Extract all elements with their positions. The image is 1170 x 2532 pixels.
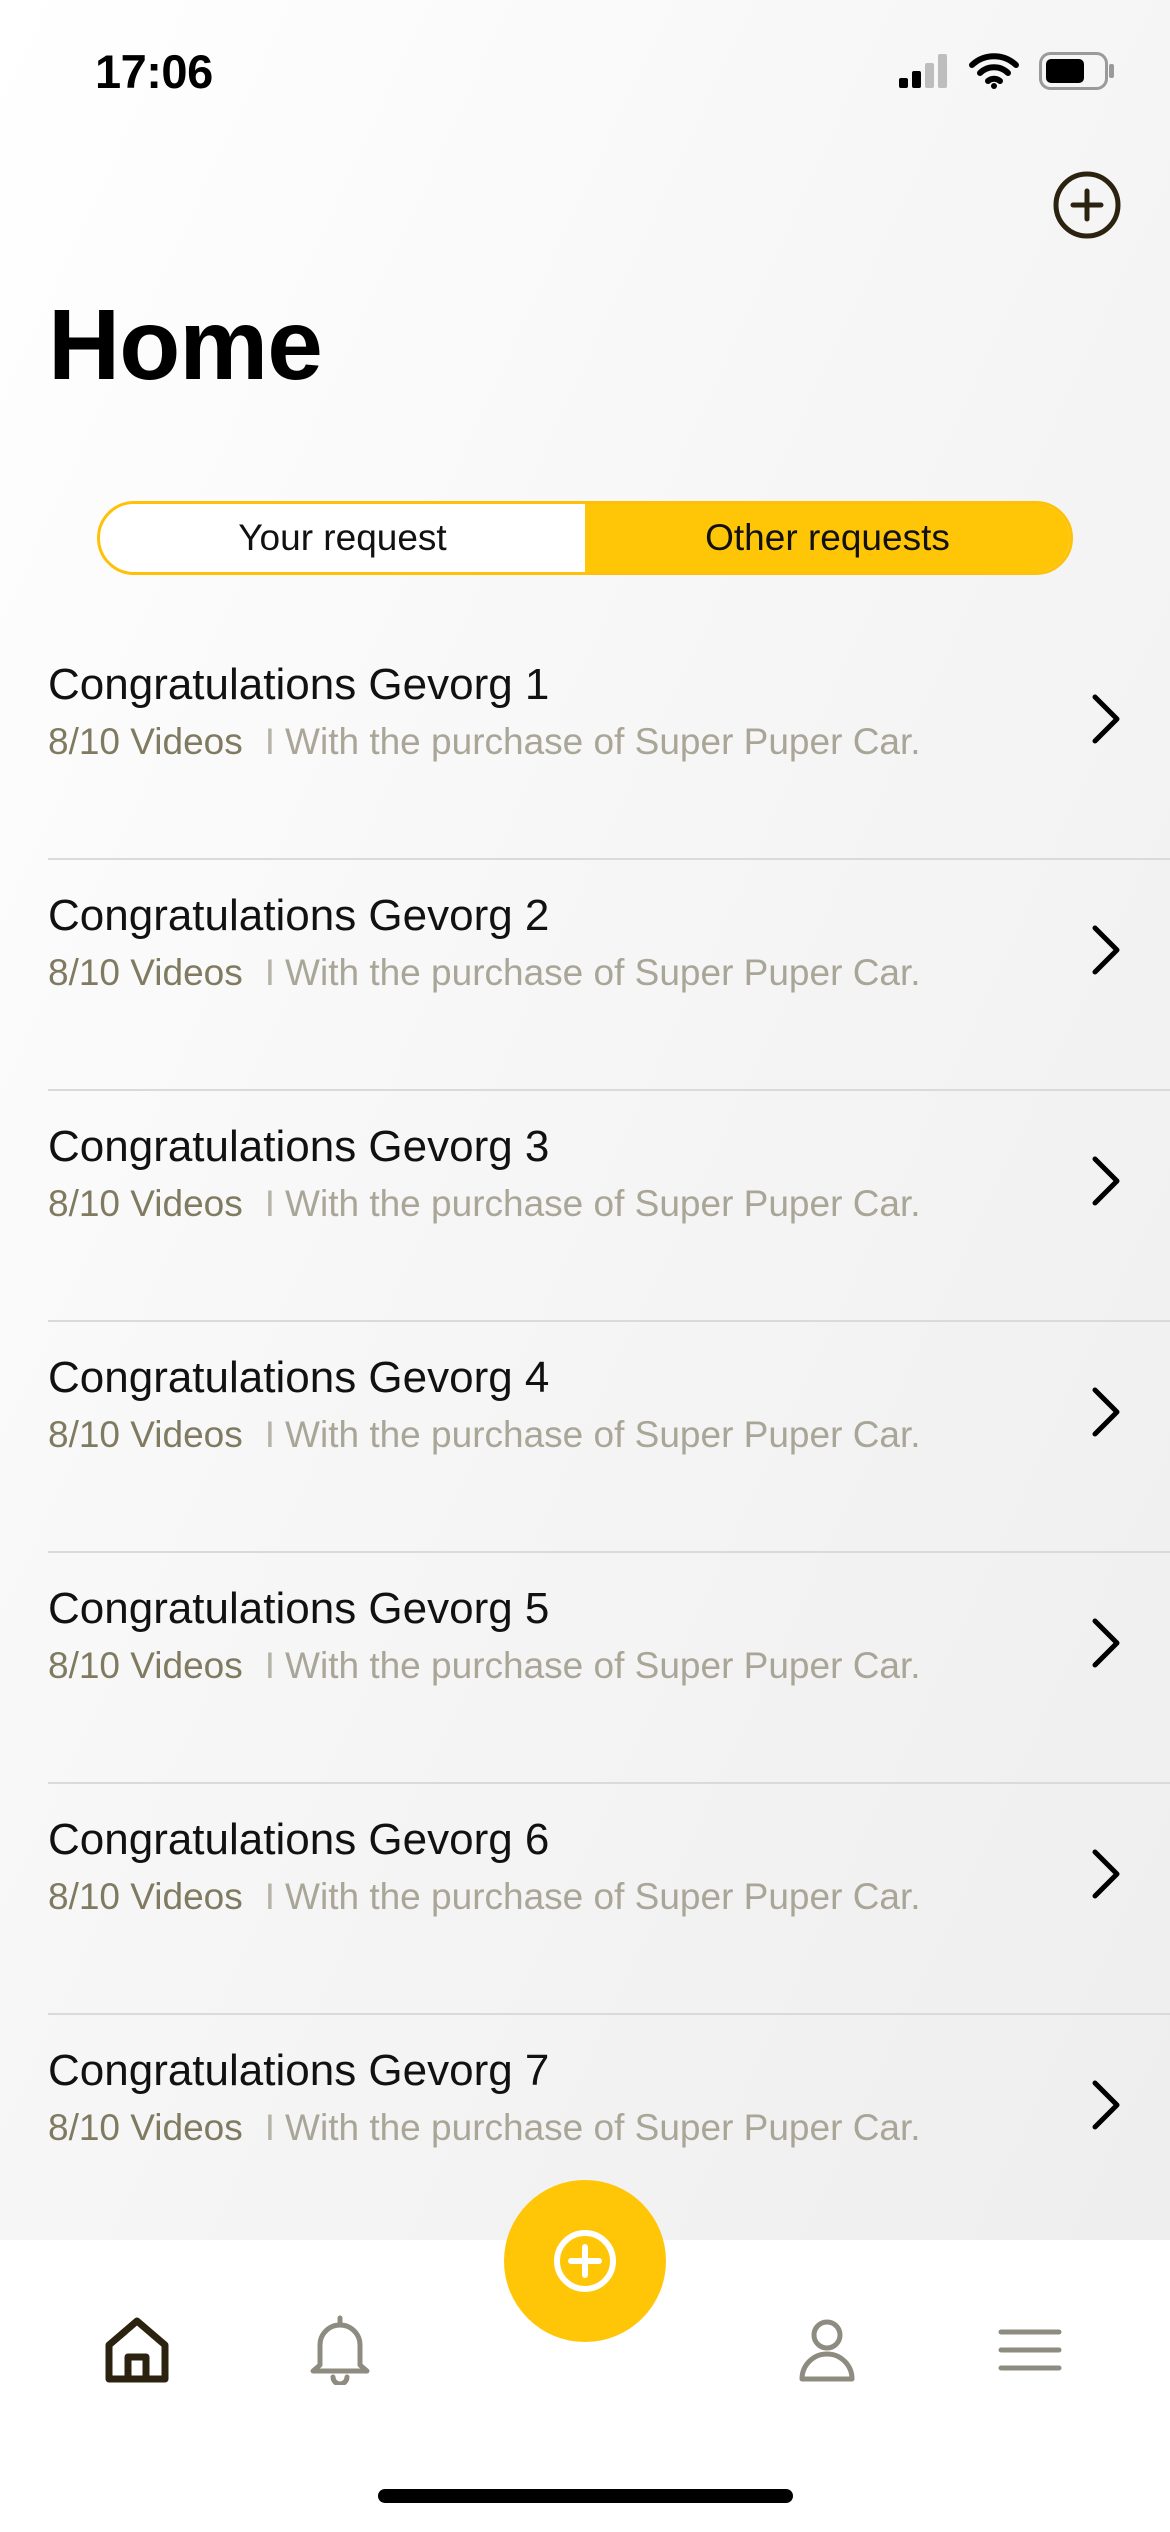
request-row[interactable]: Congratulations Gevorg 1 8/10 Videos I With… [0, 629, 1170, 860]
profile-icon [799, 2319, 855, 2382]
video-count: 8/10 Videos [48, 1183, 243, 1224]
cellular-signal-icon [899, 53, 949, 93]
chevron-right-icon [1092, 1156, 1120, 1206]
request-meta: 8/10 Videos I With the purchase of Super P… [48, 721, 921, 763]
video-count: 8/10 Videos [48, 1414, 243, 1455]
chevron-right-icon [1092, 1849, 1120, 1899]
request-row[interactable]: Congratulations Gevorg 4 8/10 Videos I With… [0, 1322, 1170, 1553]
tab-home[interactable] [97, 2310, 177, 2390]
video-count: 8/10 Videos [48, 2107, 243, 2148]
request-description: With the purchase of Super Puper Car. [285, 1183, 921, 1224]
plus-circle-icon [1053, 171, 1121, 239]
page-title: Home [48, 289, 323, 401]
request-description: With the purchase of Super Puper Car. [285, 721, 921, 762]
menu-icon [998, 2329, 1062, 2371]
wifi-icon [969, 52, 1019, 94]
chevron-right-icon [1092, 2080, 1120, 2130]
tab-notifications[interactable] [300, 2310, 380, 2390]
chevron-right-icon [1092, 1618, 1120, 1668]
video-count: 8/10 Videos [48, 1876, 243, 1917]
request-title: Congratulations Gevorg 5 [48, 1584, 550, 1633]
meta-separator: I [264, 1876, 276, 1917]
meta-separator: I [264, 721, 276, 762]
chevron-right-icon [1092, 1387, 1120, 1437]
request-row[interactable]: Congratulations Gevorg 6 8/10 Videos I With… [0, 1784, 1170, 2015]
plus-circle-icon [554, 2230, 616, 2292]
request-meta: 8/10 Videos I With the purchase of Super P… [48, 1876, 921, 1918]
status-time: 17:06 [95, 45, 213, 98]
request-meta: 8/10 Videos I With the purchase of Super P… [48, 1414, 921, 1456]
home-indicator [378, 2489, 793, 2503]
chevron-right-icon [1092, 925, 1120, 975]
status-icons [899, 51, 1115, 95]
bell-icon [310, 2315, 370, 2385]
meta-separator: I [264, 1414, 276, 1455]
request-meta: 8/10 Videos I With the purchase of Super P… [48, 1645, 921, 1687]
request-description: With the purchase of Super Puper Car. [285, 2107, 921, 2148]
request-description: With the purchase of Super Puper Car. [285, 1414, 921, 1455]
request-row[interactable]: Congratulations Gevorg 3 8/10 Videos I With… [0, 1091, 1170, 1322]
chevron-right-icon [1092, 694, 1120, 744]
request-title: Congratulations Gevorg 1 [48, 660, 550, 709]
meta-separator: I [264, 2107, 276, 2148]
video-count: 8/10 Videos [48, 1645, 243, 1686]
request-title: Congratulations Gevorg 3 [48, 1122, 550, 1171]
video-count: 8/10 Videos [48, 721, 243, 762]
home-icon [105, 2317, 169, 2383]
create-request-fab[interactable] [504, 2180, 666, 2342]
video-count: 8/10 Videos [48, 952, 243, 993]
request-title: Congratulations Gevorg 2 [48, 891, 550, 940]
request-description: With the purchase of Super Puper Car. [285, 1645, 921, 1686]
request-meta: 8/10 Videos I With the purchase of Super P… [48, 1183, 921, 1225]
tab-menu[interactable] [990, 2310, 1070, 2390]
request-title: Congratulations Gevorg 6 [48, 1815, 550, 1864]
tab-other-requests[interactable]: Other requests [585, 504, 1070, 572]
request-title: Congratulations Gevorg 4 [48, 1353, 550, 1402]
meta-separator: I [264, 1645, 276, 1686]
meta-separator: I [264, 1183, 276, 1224]
request-meta: 8/10 Videos I With the purchase of Super P… [48, 952, 921, 994]
request-description: With the purchase of Super Puper Car. [285, 952, 921, 993]
request-row[interactable]: Congratulations Gevorg 2 8/10 Videos I With… [0, 860, 1170, 1091]
tab-your-request[interactable]: Your request [100, 504, 585, 572]
tab-profile[interactable] [787, 2310, 867, 2390]
request-description: With the purchase of Super Puper Car. [285, 1876, 921, 1917]
request-row[interactable]: Congratulations Gevorg 5 8/10 Videos I With… [0, 1553, 1170, 1784]
request-title: Congratulations Gevorg 7 [48, 2046, 550, 2095]
meta-separator: I [264, 952, 276, 993]
battery-icon [1039, 51, 1115, 95]
request-segmented-control: Your request Other requests [97, 501, 1073, 575]
add-request-button[interactable] [1052, 170, 1122, 240]
request-list: Congratulations Gevorg 1 8/10 Videos I With… [0, 629, 1170, 2246]
request-meta: 8/10 Videos I With the purchase of Super P… [48, 2107, 921, 2149]
